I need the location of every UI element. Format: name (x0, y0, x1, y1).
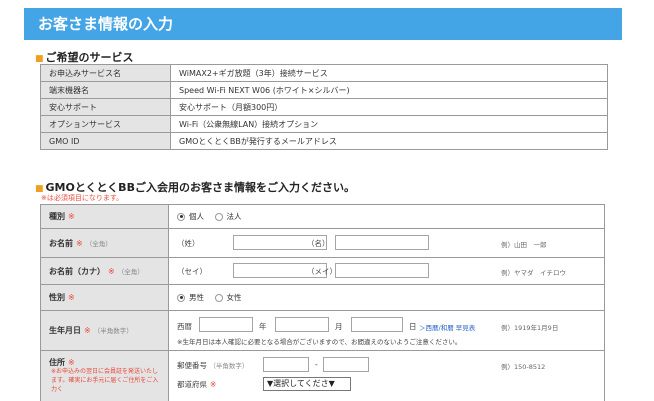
customer-form-table: 種別 ※ 個人 法人 お名前 ※ （全角） （姓） （名） 例）山田 一郎 お名前（カ… (40, 204, 605, 401)
gender-label: 性別 ※ (40, 284, 169, 311)
name-kana-cell: （セイ） （メイ） 例）ヤマダ イチロウ (168, 257, 605, 285)
name-kana-example: 例）ヤマダ イチロウ (501, 269, 566, 277)
birthday-note: ※生年月日は本人確認に必要となる場合がございますので、お間違えのないようご注意く… (177, 338, 462, 346)
prefecture-label: 都道府県 ※ (177, 380, 217, 389)
mei-label: （名） (307, 239, 330, 248)
birth-day-input[interactable] (351, 317, 403, 332)
type-corporate-radio[interactable] (214, 212, 223, 221)
table-row: 生年月日 ※ （半角数字） 西暦 年 月 日 ＞西暦/和暦 早見表 例）1919年1… (40, 310, 605, 351)
mei-kana-label: （メイ） (307, 267, 337, 276)
gmo-id-label: GMO ID (40, 132, 171, 150)
gender-male-radio[interactable] (177, 293, 185, 302)
page-title: お客さま情報の入力 (38, 15, 174, 33)
day-unit: 日 (409, 322, 417, 331)
birthday-label: 生年月日 ※ （半角数字） (40, 310, 169, 351)
gender-female-radio[interactable] (214, 293, 223, 302)
device-label: 端末機器名 (40, 81, 171, 99)
gmo-id-value: GMOとくとくBBが発行するメールアドレス (170, 132, 608, 150)
gender-cell: 男性 女性 (168, 284, 605, 311)
address-note: ※お申込みの翌日に会員証を発送いたします。確実にお手元に届くご住所をご入力く (51, 368, 159, 393)
gender-male-label: 男性 (189, 293, 204, 302)
support-label: 安心サポート (40, 98, 171, 116)
postal-code-first-input[interactable] (263, 357, 309, 372)
first-name-kana-input[interactable] (335, 263, 429, 278)
type-individual-label: 個人 (189, 212, 204, 221)
birth-month-input[interactable] (275, 317, 329, 332)
name-kana-label: お名前（カナ） ※ （全角） (40, 257, 169, 285)
postal-code-second-input[interactable] (323, 357, 369, 372)
option-label: オプションサービス (40, 115, 171, 133)
postal-example: 例）150-8512 (501, 363, 546, 371)
type-individual-radio[interactable] (177, 212, 185, 221)
required-note: ※は必須項目になります。 (41, 194, 124, 202)
table-row: オプションサービス Wi-Fi（公衆無線LAN）接続オプション (40, 115, 608, 133)
postal-separator: - (315, 360, 318, 369)
table-row: GMO ID GMOとくとくBBが発行するメールアドレス (40, 132, 608, 150)
type-label: 種別 ※ (40, 204, 169, 229)
name-label: お名前 ※ （全角） (40, 228, 169, 258)
service-name-value: WiMAX2+ギガ放題（3年）接続サービス (170, 64, 608, 82)
sei-label: （姓） (177, 239, 200, 248)
name-cell: （姓） （名） 例）山田 一郎 (168, 228, 605, 258)
prefecture-select[interactable]: ▼選択してくださ▼ (263, 377, 351, 391)
table-row: 安心サポート 安心サポート（月額300円） (40, 98, 608, 116)
section-marker-icon: ■ (35, 54, 44, 64)
table-row: 端末機器名 Speed Wi-Fi NEXT W06 (ホワイト×シルバー) (40, 81, 608, 99)
birth-year-input[interactable] (199, 317, 253, 332)
table-row: お申込みサービス名 WiMAX2+ギガ放題（3年）接続サービス (40, 64, 608, 82)
postal-label: 郵便番号 （半角数字） (177, 361, 249, 370)
address-cell: 郵便番号 （半角数字） - 例）150-8512 都道府県 ※ ▼選択してくださ▼ (168, 350, 605, 401)
table-row: 種別 ※ 個人 法人 (40, 204, 605, 229)
table-row: お名前 ※ （全角） （姓） （名） 例）山田 一郎 (40, 228, 605, 258)
option-value: Wi-Fi（公衆無線LAN）接続オプション (170, 115, 608, 133)
type-corporate-label: 法人 (226, 212, 242, 221)
month-unit: 月 (335, 322, 343, 331)
era-label: 西暦 (177, 322, 192, 331)
support-value: 安心サポート（月額300円） (170, 98, 608, 116)
sei-kana-label: （セイ） (177, 267, 207, 276)
era-chart-link[interactable]: ＞西暦/和暦 早見表 (419, 322, 475, 332)
table-row: お名前（カナ） ※ （全角） （セイ） （メイ） 例）ヤマダ イチロウ (40, 257, 605, 285)
service-name-label: お申込みサービス名 (40, 64, 171, 82)
type-cell: 個人 法人 (168, 204, 605, 229)
service-section-title: ■ ご希望のサービス (35, 51, 134, 64)
device-value: Speed Wi-Fi NEXT W06 (ホワイト×シルバー) (170, 81, 608, 99)
birthday-example: 例）1919年1月9日 (501, 324, 559, 332)
birthday-cell: 西暦 年 月 日 ＞西暦/和暦 早見表 例）1919年1月9日 ※生年月日は本人… (168, 310, 605, 351)
first-name-input[interactable] (335, 235, 429, 250)
table-row: 性別 ※ 男性 女性 (40, 284, 605, 311)
gender-female-label: 女性 (226, 293, 242, 302)
year-unit: 年 (259, 322, 267, 331)
address-label: 住所 ※ ※お申込みの翌日に会員証を発送いたします。確実にお手元に届くご住所をご入… (40, 350, 169, 401)
table-row: 住所 ※ ※お申込みの翌日に会員証を発送いたします。確実にお手元に届くご住所をご入… (40, 350, 605, 401)
service-table: お申込みサービス名 WiMAX2+ギガ放題（3年）接続サービス 端末機器名 Sp… (40, 64, 608, 150)
name-example: 例）山田 一郎 (501, 241, 547, 249)
page-header: お客さま情報の入力 (24, 8, 622, 40)
